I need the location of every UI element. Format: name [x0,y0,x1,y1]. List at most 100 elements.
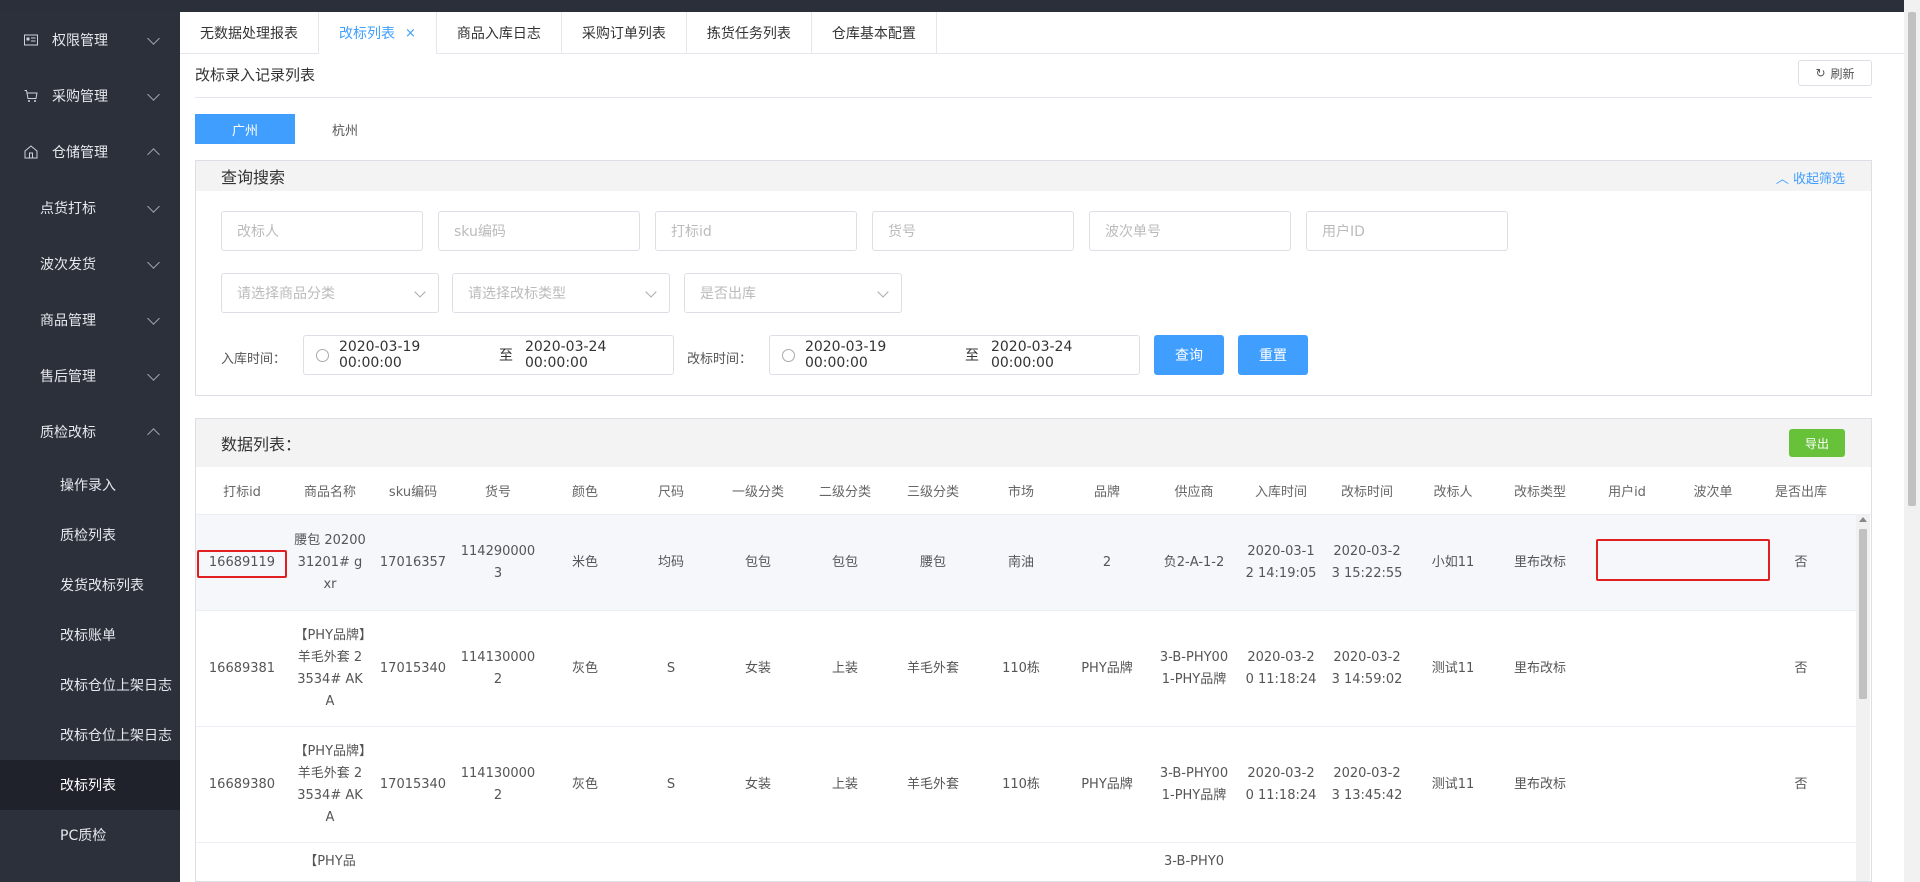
sidebar-sub-goods[interactable]: 商品管理 [0,292,180,348]
column-header: 三级分类 [906,485,959,500]
sidebar-leaf-operation-entry[interactable]: 操作录入 [0,460,180,510]
tab-no-data-report[interactable]: 无数据处理报表 [180,12,319,54]
export-button[interactable]: 导出 [1789,429,1845,457]
refresh-button[interactable]: ↻ 刷新 [1798,60,1872,86]
table-cell [1410,843,1496,881]
column-header: 入库时间 [1254,485,1307,500]
refresh-icon: ↻ [1815,66,1826,80]
date-to: 2020-03-24 00:00:00 [990,339,1073,371]
page-scrollbar-thumb[interactable] [1908,12,1916,506]
table-cell: 灰色 [571,776,598,792]
out-placeholder: 是否出库 [700,286,756,302]
table-row[interactable]: 16689380 【PHY品牌】羊毛外套 23534# AKA 17015340 11… [196,727,1856,843]
sidebar-leaf-qc-list[interactable]: 质检列表 [0,510,180,560]
table-cell: 2020-03-20 11:18:24 [1245,649,1317,687]
sidebar-sub-aftersale[interactable]: 售后管理 [0,348,180,404]
modifier-input[interactable]: 改标人 [221,211,423,251]
tab-label: 无数据处理报表 [200,26,298,42]
sidebar-sub-label: 商品管理 [40,313,96,329]
sku-input[interactable]: sku编码 [438,211,640,251]
column-header: 尺码 [657,485,684,500]
table-cell: 腰包 2020031201# gxr [294,532,366,592]
page-scrollbar[interactable] [1904,0,1920,882]
table-cell: 女装 [744,660,771,676]
sidebar-item-label: 仓储管理 [52,145,108,161]
table-cell [1670,727,1756,842]
sidebar-leaf-remark-bill[interactable]: 改标账单 [0,610,180,660]
table-cell: 2020-03-12 14:19:05 [1245,543,1317,581]
mark-id-input[interactable]: 打标id [655,211,857,251]
table-row[interactable]: 【PHY品 3-B-PHY0 [196,843,1856,881]
out-status-select[interactable]: 是否出库 [684,273,902,313]
wave-no-input[interactable]: 波次单号 [1089,211,1291,251]
table-row[interactable]: 16689381 【PHY品牌】羊毛外套 23534# AKA 17015340 11… [196,611,1856,727]
mark-type-select[interactable]: 请选择改标类型 [452,273,670,313]
sidebar-sub-label: 点货打标 [40,201,96,217]
table-cell: 均码 [657,554,684,570]
city-tab-hangzhou[interactable]: 杭州 [295,114,395,144]
sidebar-item-label: 采购管理 [52,89,108,105]
column-header: 改标时间 [1340,485,1393,500]
sidebar-leaf-pc-qc[interactable]: PC质检 [0,810,180,860]
city-tab-guangzhou[interactable]: 广州 [195,114,295,144]
sidebar-sub-check-mark[interactable]: 点货打标 [0,180,180,236]
column-header: 是否出库 [1774,485,1827,500]
goods-no-input[interactable]: 货号 [872,211,1074,251]
mark-time-label: 改标时间： [687,352,753,367]
sidebar-leaf-ship-remark-list[interactable]: 发货改标列表 [0,560,180,610]
table-cell: S [666,776,676,792]
sidebar-item-purchase[interactable]: 采购管理 [0,68,180,124]
close-icon[interactable]: × [405,26,416,41]
table-cell: 1141300002 [460,765,536,803]
chevron-down-icon [877,286,889,298]
table-cell: 【PHY品牌】羊毛外套 23534# AKA [294,743,366,825]
table-cell: 17015340 [379,776,447,792]
sidebar-leaf-shelf-log-1[interactable]: 改标仓位上架日志 [0,660,180,710]
sidebar-sub-qc-remark[interactable]: 质检改标 [0,404,180,460]
column-header: 改标人 [1433,485,1473,500]
sidebar-leaf-remark-list[interactable]: 改标列表 [0,760,180,810]
tab-label: 仓库基本配置 [831,26,916,42]
sidebar-item-warehouse[interactable]: 仓储管理 [0,124,180,180]
sidebar-leaf-shelf-log-2[interactable]: 改标仓位上架日志 [0,710,180,760]
query-button[interactable]: 查询 [1154,335,1224,375]
chevron-up-icon [147,148,160,161]
user-id-input[interactable]: 用户ID [1306,211,1508,251]
category-select[interactable]: 请选择商品分类 [221,273,439,313]
column-header: 用户id [1608,485,1646,500]
tab-inbound-log[interactable]: 商品入库日志 [437,12,562,54]
table-cell [1064,843,1150,881]
column-header: sku编码 [388,485,438,500]
refresh-label: 刷新 [1830,66,1855,81]
scrollbar-thumb[interactable] [1859,529,1867,699]
reset-button[interactable]: 重置 [1238,335,1308,375]
tab-purchase-orders[interactable]: 采购订单列表 [562,12,687,54]
scroll-up-icon[interactable] [1859,517,1867,522]
table-cell: 米色 [571,554,598,570]
table-cell: 【PHY品牌】羊毛外套 23534# AKA [294,627,366,709]
table-cell: 16689380 [208,776,276,792]
table-scrollbar[interactable] [1856,515,1870,881]
tab-picking-tasks[interactable]: 拣货任务列表 [687,12,812,54]
mark-time-range[interactable]: 2020-03-19 00:00:00 至 2020-03-24 00:00:0… [769,335,1140,375]
search-title: 查询搜索 [221,168,286,187]
table-cell: 上装 [831,776,858,792]
column-header: 市场 [1007,485,1034,500]
tab-remark-list[interactable]: 改标列表 × [319,12,437,54]
table-cell: 南油 [1007,554,1034,570]
table-cell [628,843,714,881]
collapse-filter-button[interactable]: ︿ 收起筛选 [1776,168,1845,187]
chevron-up-icon [147,428,160,441]
sidebar-item-permissions[interactable]: 权限管理 [0,12,180,68]
table-cell: PHY品牌 [1081,776,1133,792]
table-cell: S [666,660,676,676]
table-cell [1324,843,1410,881]
table-cell: 17016357 [379,554,447,570]
table-cell [1496,843,1584,881]
column-header: 商品名称 [303,485,356,500]
tab-warehouse-config[interactable]: 仓库基本配置 [812,12,937,54]
date-from: 2020-03-19 00:00:00 [338,339,421,371]
in-time-range[interactable]: 2020-03-19 00:00:00 至 2020-03-24 00:00:0… [303,335,674,375]
table-cell: 负2-A-1-2 [1163,554,1225,570]
sidebar-sub-wave-ship[interactable]: 波次发货 [0,236,180,292]
